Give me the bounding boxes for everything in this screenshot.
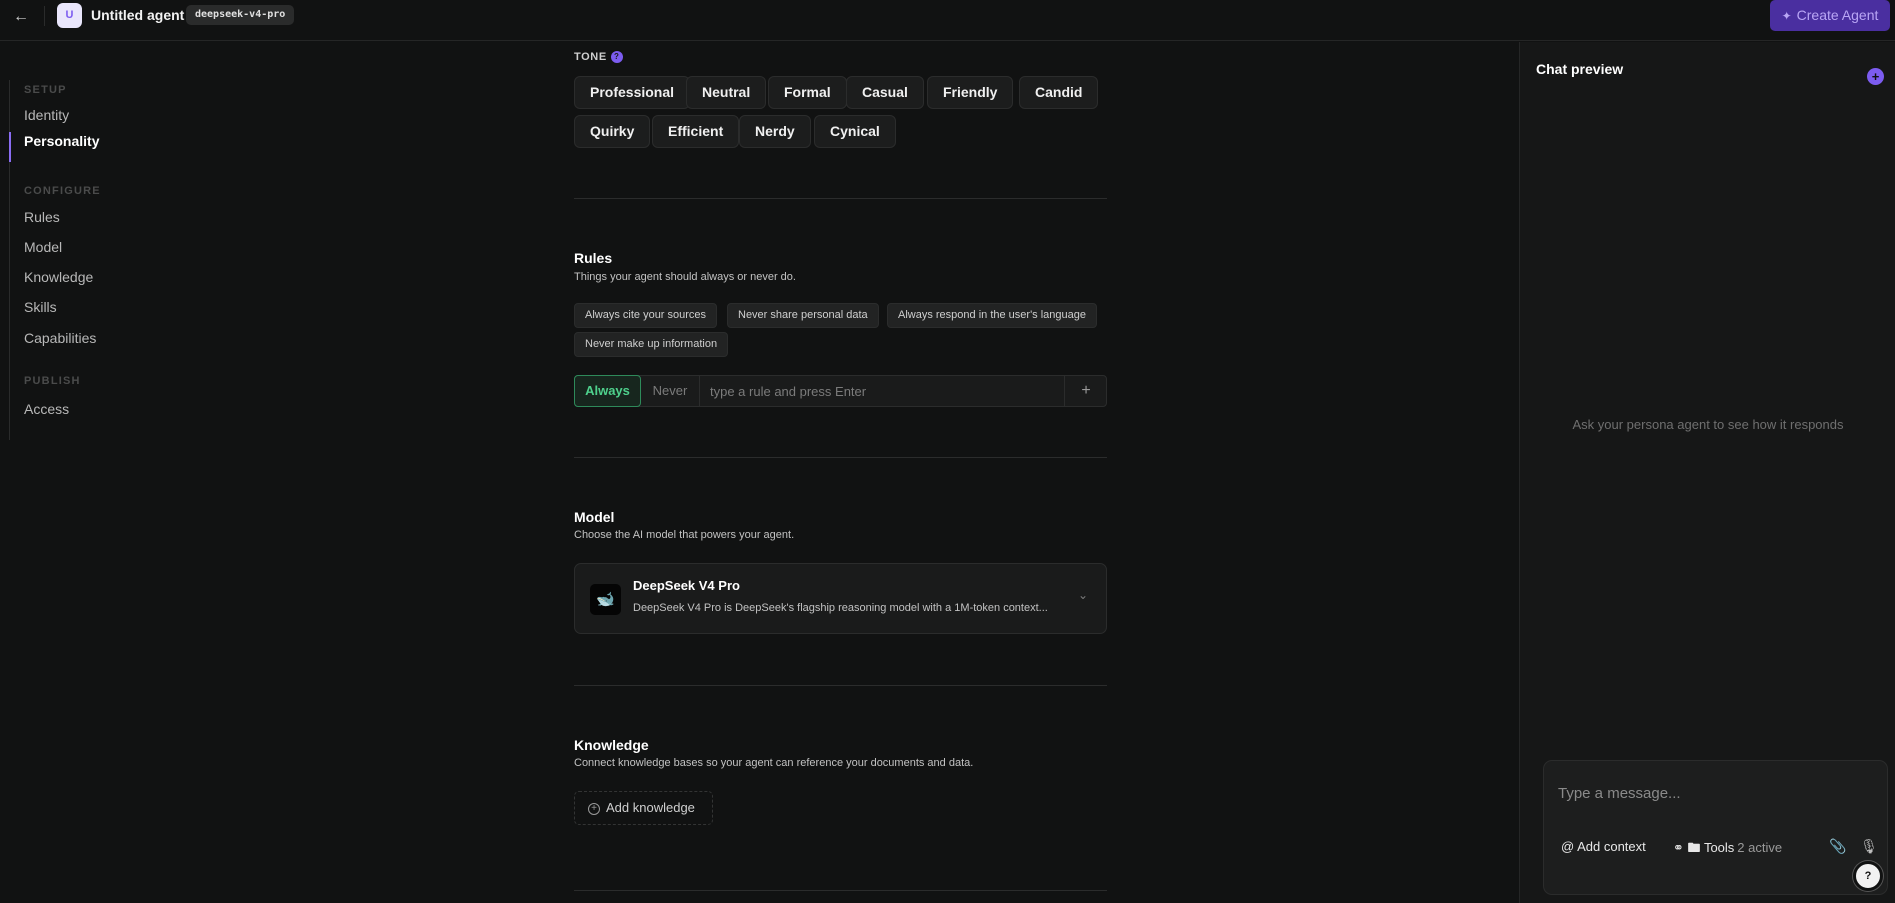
rule-composer: Always Never + — [574, 375, 1107, 407]
globe-icon: ⚭ — [1673, 840, 1684, 855]
add-rule-button[interactable]: + — [1064, 376, 1107, 406]
add-context-label: Add context — [1577, 839, 1646, 854]
sparkle-icon: ✦ — [1781, 9, 1792, 23]
folder-icon: 🖿 — [1687, 840, 1701, 855]
message-input[interactable] — [1558, 781, 1868, 805]
tone-chip-nerdy[interactable]: Nerdy — [739, 115, 811, 148]
chat-composer: @ Add context ⚭ 🖿 Tools2 active 📎 🎙 — [1543, 760, 1888, 895]
rules-subtitle: Things your agent should always or never… — [574, 271, 796, 283]
model-subtitle: Choose the AI model that powers your age… — [574, 529, 795, 541]
add-knowledge-button[interactable]: + Add knowledge — [574, 791, 713, 825]
section-divider — [574, 457, 1107, 458]
add-context-button[interactable]: @ Add context — [1561, 839, 1646, 854]
tools-label: Tools — [1703, 840, 1735, 855]
help-question-icon[interactable]: ? — [1853, 861, 1883, 891]
nav-group-publish: PUBLISH — [24, 375, 81, 387]
tone-chip-neutral[interactable]: Neutral — [686, 76, 767, 109]
sidebar-item-knowledge[interactable]: Knowledge — [24, 269, 93, 285]
tools-button[interactable]: ⚭ 🖿 Tools 2 active — [1673, 839, 1782, 861]
at-icon: @ — [1561, 839, 1575, 854]
sidebar-item-skills[interactable]: Skills — [24, 299, 57, 315]
model-badge: deepseek-v4-pro — [186, 5, 295, 25]
knowledge-title: Knowledge — [574, 737, 649, 753]
model-selector[interactable]: 🐋 DeepSeek V4 Pro DeepSeek V4 Pro is Dee… — [574, 563, 1107, 634]
tone-chip-cynical[interactable]: Cynical — [814, 115, 896, 148]
tone-label: TONE — [574, 51, 607, 63]
tone-chip-casual[interactable]: Casual — [846, 76, 924, 109]
tone-chip-friendly[interactable]: Friendly — [927, 76, 1014, 109]
top-bar: ← U Untitled agent deepseek-v4-pro ✦ Crea… — [0, 0, 1895, 41]
tone-chip-professional[interactable]: Professional — [574, 76, 691, 109]
section-divider — [574, 198, 1107, 199]
chat-preview-title: Chat preview — [1536, 61, 1624, 77]
help-icon[interactable]: ? — [610, 51, 623, 64]
agent-name[interactable]: Untitled agent — [91, 7, 184, 23]
section-divider — [574, 890, 1107, 891]
knowledge-subtitle: Connect knowledge bases so your agent ca… — [574, 757, 974, 769]
tone-chip-quirky[interactable]: Quirky — [574, 115, 651, 148]
tone-chip-formal[interactable]: Formal — [768, 76, 847, 109]
always-toggle[interactable]: Always — [574, 375, 641, 407]
paperclip-icon[interactable]: 📎 — [1829, 837, 1847, 855]
plus-circle-icon: + — [588, 802, 600, 815]
rules-title: Rules — [574, 250, 613, 266]
topbar-divider — [44, 6, 45, 26]
rule-chip[interactable]: Always cite your sources — [574, 303, 718, 328]
tone-chip-efficient[interactable]: Efficient — [652, 115, 740, 148]
sidebar-item-model[interactable]: Model — [24, 239, 62, 255]
nav-group-setup: SETUP — [24, 84, 67, 96]
back-arrow-icon[interactable]: ← — [10, 6, 32, 28]
rule-chip[interactable]: Always respond in the user's language — [887, 303, 1097, 328]
tone-heading: TONE? — [574, 51, 623, 64]
section-divider — [574, 685, 1107, 686]
rule-input[interactable] — [700, 376, 1070, 406]
chevron-down-icon: ⌄ — [1078, 588, 1089, 602]
sidebar-item-rules[interactable]: Rules — [24, 209, 60, 225]
sidebar-item-personality[interactable]: Personality — [24, 133, 99, 149]
nav-group-configure: CONFIGURE — [24, 185, 101, 197]
sidebar-item-identity[interactable]: Identity — [24, 107, 69, 123]
sidebar-nav: SETUP Identity Personality CONFIGURE Rul… — [0, 42, 200, 903]
add-knowledge-label: Add knowledge — [606, 800, 695, 815]
model-description: DeepSeek V4 Pro is DeepSeek's flagship r… — [633, 602, 1048, 614]
never-toggle[interactable]: Never — [641, 376, 700, 406]
new-chat-plus-icon[interactable]: + — [1867, 68, 1884, 85]
microphone-icon[interactable]: 🎙 — [1860, 837, 1878, 855]
create-agent-button[interactable]: ✦ Create Agent — [1770, 0, 1890, 31]
rule-chip[interactable]: Never share personal data — [727, 303, 879, 328]
main-content: TONE? Professional Neutral Formal Casual… — [574, 42, 1108, 903]
chat-preview-panel: Chat preview + Ask your persona agent to… — [1519, 42, 1895, 903]
model-name: DeepSeek V4 Pro — [633, 578, 740, 593]
nav-active-indicator — [9, 132, 11, 162]
tone-chip-candid[interactable]: Candid — [1019, 76, 1099, 109]
sidebar-item-access[interactable]: Access — [24, 401, 69, 417]
deepseek-whale-icon: 🐋 — [590, 584, 621, 615]
agent-avatar[interactable]: U — [57, 3, 82, 28]
create-agent-label: Create Agent — [1796, 7, 1879, 23]
tools-active-count: 2 active — [1737, 840, 1783, 855]
model-title: Model — [574, 509, 615, 525]
chat-empty-state: Ask your persona agent to see how it res… — [1572, 417, 1844, 432]
rule-chip[interactable]: Never make up information — [574, 332, 729, 357]
sidebar-item-capabilities[interactable]: Capabilities — [24, 330, 96, 346]
